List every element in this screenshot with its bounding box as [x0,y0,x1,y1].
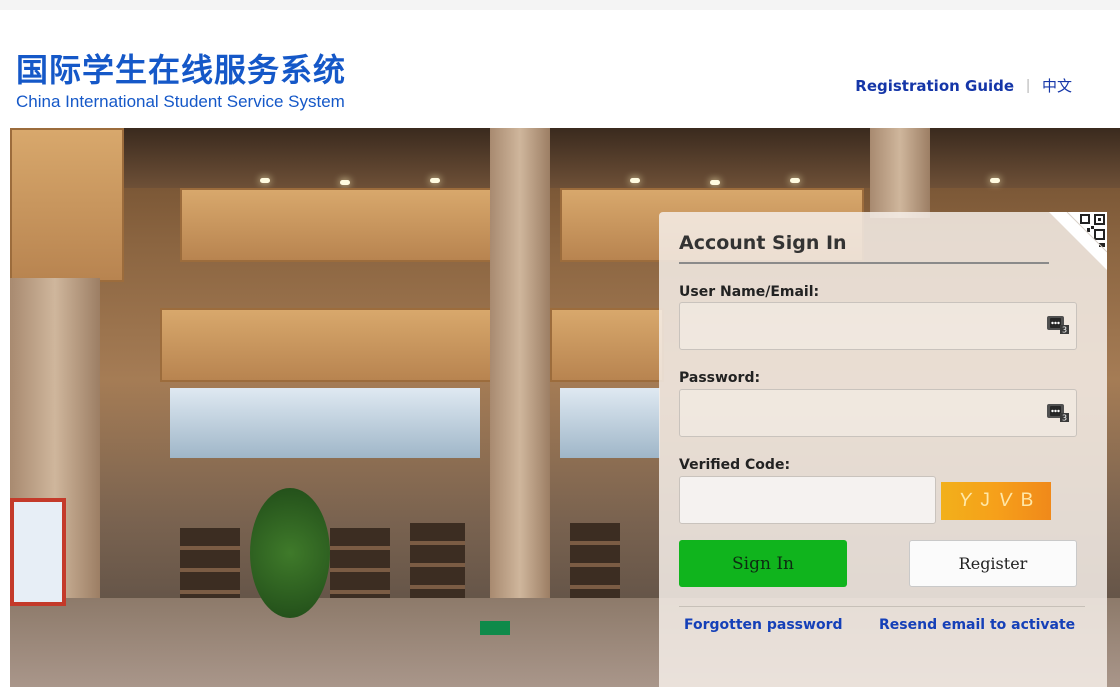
wood-panel [160,308,494,382]
ceiling-light [340,180,350,185]
verified-code-input[interactable] [679,476,936,524]
pillar [490,128,550,608]
wood-panel [180,188,494,262]
username-input[interactable] [679,302,1077,350]
password-manager-badge: 3 [1062,414,1067,423]
ceiling-light [430,178,440,183]
username-label: User Name/Email: [679,284,820,300]
captcha-char: Y [957,490,973,511]
ceiling-light [260,178,270,183]
nav-separator: | [1026,77,1030,94]
ceiling-light [990,178,1000,183]
potted-plant [250,488,330,618]
resend-activation-link[interactable]: Resend email to activate [879,617,1075,633]
registration-guide-link[interactable]: Registration Guide [855,77,1014,95]
sign-in-button[interactable]: Sign In [679,540,847,587]
captcha-image[interactable]: Y J V B [941,482,1051,520]
hero-ceiling [10,128,1120,188]
header-nav: Registration Guide | 中文 [855,75,1072,96]
sign-in-title: Account Sign In [679,232,1049,264]
verified-code-label: Verified Code: [679,457,791,473]
window-glass [170,388,480,458]
logo-title-english[interactable]: China International Student Service Syst… [16,92,345,112]
forgotten-password-link[interactable]: Forgotten password [684,617,843,633]
register-button[interactable]: Register [909,540,1077,587]
qr-code-icon[interactable] [1049,212,1107,270]
password-label: Password: [679,370,761,386]
captcha-char: B [1020,490,1034,511]
window-glass [560,388,660,458]
wood-panel [10,128,124,282]
form-divider [679,606,1085,607]
ceiling-light [630,178,640,183]
exit-sign [480,621,510,635]
login-panel: Account Sign In User Name/Email: 3 Passw… [659,212,1107,687]
logo-title-chinese[interactable]: 国际学生在线服务系统 [16,52,346,88]
captcha-char: V [997,490,1014,511]
language-switch-link[interactable]: 中文 [1042,75,1072,96]
wall-screen [10,498,66,606]
wood-panel [550,308,664,382]
ceiling-light [790,178,800,183]
top-strip [0,0,1120,10]
password-manager-icon[interactable]: 3 [1047,404,1069,422]
site-header: 国际学生在线服务系统 China International Student S… [10,10,1120,128]
ceiling-light [710,180,720,185]
password-manager-badge: 3 [1062,326,1067,335]
pillar [870,128,930,218]
captcha-char: J [980,490,990,511]
password-manager-icon[interactable]: 3 [1047,316,1069,334]
password-input[interactable] [679,389,1077,437]
